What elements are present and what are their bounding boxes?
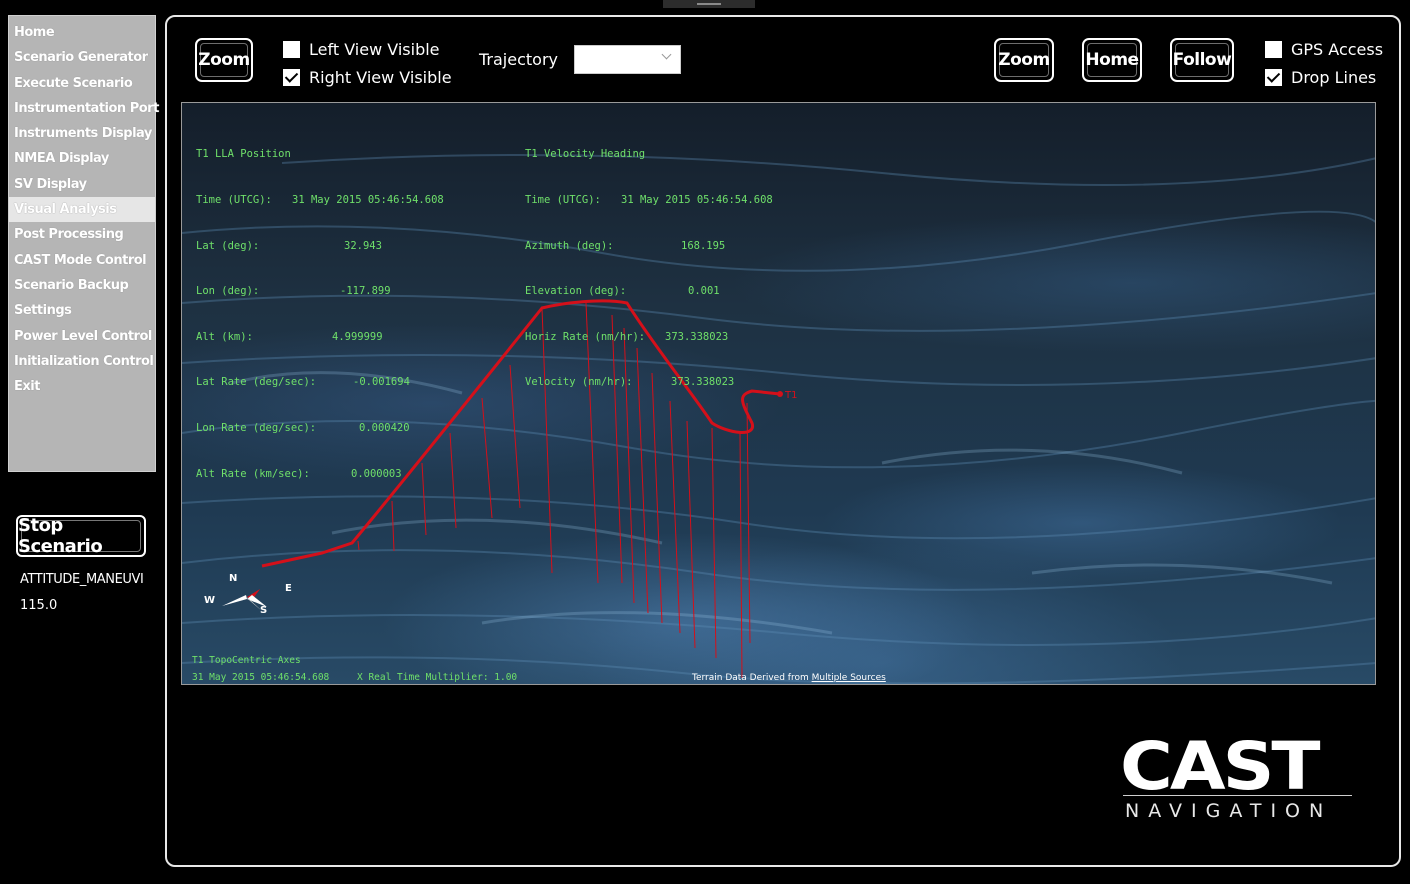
drop-line [746, 402, 751, 644]
lla-label: Alt (km): [196, 330, 253, 343]
lla-title: T1 LLA Position [196, 148, 291, 161]
trajectory-plot: T1 [261, 299, 797, 679]
drop-line [449, 432, 457, 529]
velocity-value: 31 May 2015 05:46:54.608 [621, 194, 773, 206]
sidebar-item-instruments-display[interactable]: Instruments Display [9, 121, 155, 146]
trajectory-select[interactable] [574, 45, 681, 74]
velocity-value: 373.338023 [665, 330, 729, 343]
sidebar-item-settings[interactable]: Settings [9, 298, 155, 323]
sidebar-item-exit[interactable]: Exit [9, 374, 155, 399]
drop-line [481, 397, 493, 519]
compass-east: E [285, 583, 292, 594]
drop-line [509, 364, 521, 509]
compass-south: S [260, 605, 268, 616]
vehicle-marker [777, 391, 783, 397]
3d-terrain-view[interactable]: T1 T1 LLA Position Time (UTCG): 31 May 20… [181, 102, 1376, 685]
drop-line [391, 500, 395, 552]
axes-label: T1 TopoCentric Axes [192, 655, 301, 666]
velocity-value: 373.338023 [671, 376, 735, 389]
scenario-name: ATTITUDE_MANEUVI [20, 572, 144, 587]
terrain-sources-link[interactable]: Multiple Sources [812, 673, 886, 683]
scenario-value: 115.0 [20, 598, 58, 613]
time-multiplier: X Real Time Multiplier: 1.00 [357, 672, 518, 683]
lla-label: Time (UTCG): [196, 194, 272, 206]
velocity-label: Time (UTCG): [525, 194, 601, 206]
drop-line [651, 372, 663, 624]
velocity-label: Azimuth (deg): [525, 239, 614, 252]
lla-value: 0.000003 [351, 467, 402, 480]
footer-time: 31 May 2015 05:46:54.608 [192, 672, 330, 683]
cast-logo: CAST [1120, 727, 1321, 805]
compass-north: N [229, 573, 238, 584]
home-button[interactable]: Home [1082, 38, 1142, 82]
logo-divider [1123, 795, 1352, 796]
logo-subtitle: NAVIGATION [1125, 800, 1333, 822]
sidebar-item-nmea-display[interactable]: NMEA Display [9, 146, 155, 171]
right-zoom-button[interactable]: Zoom [994, 38, 1054, 82]
sidebar-item-sv-display[interactable]: SV Display [9, 172, 155, 197]
sidebar-item-power-level-control[interactable]: Power Level Control [9, 324, 155, 349]
checkbox-box-checked [283, 69, 300, 86]
lla-value: 31 May 2015 05:46:54.608 [292, 194, 444, 206]
right-view-visible-checkbox[interactable]: Right View Visible [283, 68, 452, 87]
lla-value: 32.943 [344, 239, 382, 252]
gps-access-checkbox[interactable]: GPS Access [1265, 40, 1383, 59]
sidebar-item-instrumentation-port[interactable]: Instrumentation Port [9, 96, 159, 121]
drop-line [686, 420, 696, 649]
lla-readout: T1 LLA Position Time (UTCG): 31 May 2015 … [196, 117, 444, 512]
lla-value: 0.000420 [359, 421, 410, 434]
drop-line [739, 432, 743, 679]
left-zoom-button[interactable]: Zoom [195, 38, 253, 82]
compass-icon [222, 589, 267, 611]
drop-lines-checkbox[interactable]: Drop Lines [1265, 68, 1376, 87]
left-view-visible-checkbox[interactable]: Left View Visible [283, 40, 440, 59]
velocity-label: Elevation (deg): [525, 285, 627, 298]
lla-value: -117.899 [340, 285, 391, 298]
lla-label: Lon (deg): [196, 285, 260, 298]
sidebar-item-cast-mode-control[interactable]: CAST Mode Control [9, 248, 155, 273]
velocity-label: Horiz Rate (nm/hr): [525, 330, 646, 343]
lla-label: Alt Rate (km/sec): [196, 467, 310, 480]
sidebar-item-scenario-generator[interactable]: Scenario Generator [9, 45, 155, 70]
sidebar-item-home[interactable]: Home [9, 20, 155, 45]
chevron-down-icon [661, 49, 672, 60]
sidebar-menu: Home Scenario Generator Execute Scenario… [8, 15, 159, 472]
sidebar-item-visual-analysis[interactable]: Visual Analysis [9, 197, 155, 223]
velocity-label: Velocity (nm/hr): [525, 376, 633, 389]
checkbox-box [1265, 41, 1282, 58]
drop-line [669, 400, 681, 634]
lla-label: Lon Rate (deg/sec): [196, 421, 317, 434]
trajectory-label: Trajectory [479, 50, 558, 69]
stop-scenario-button[interactable]: Stop Scenario [16, 515, 146, 557]
drop-line [711, 427, 717, 659]
sidebar-item-post-processing[interactable]: Post Processing [9, 222, 155, 247]
lla-value: -0.001694 [353, 376, 410, 389]
velocity-value: 0.001 [688, 285, 720, 298]
sidebar-item-initialization-control[interactable]: Initialization Control [9, 349, 155, 374]
sidebar-item-execute-scenario[interactable]: Execute Scenario [9, 71, 155, 96]
velocity-value: 168.195 [681, 239, 726, 252]
drop-line [421, 462, 427, 536]
checkbox-box-checked [1265, 69, 1282, 86]
lla-value: 4.999999 [332, 330, 383, 343]
velocity-readout: T1 Velocity Heading Time (UTCG): 31 May 2… [525, 117, 773, 421]
window-grip[interactable] [663, 0, 755, 8]
terrain-attribution: Terrain Data Derived from Multiple Sourc… [692, 673, 886, 683]
lla-label: Lat (deg): [196, 239, 260, 252]
velocity-title: T1 Velocity Heading [525, 148, 646, 161]
checkbox-box [283, 41, 300, 58]
compass-west: W [204, 595, 216, 606]
lla-label: Lat Rate (deg/sec): [196, 376, 317, 389]
sidebar-item-scenario-backup[interactable]: Scenario Backup [9, 273, 155, 298]
drop-line [357, 540, 360, 551]
follow-button[interactable]: Follow [1170, 38, 1234, 82]
vehicle-label: T1 [784, 390, 797, 401]
